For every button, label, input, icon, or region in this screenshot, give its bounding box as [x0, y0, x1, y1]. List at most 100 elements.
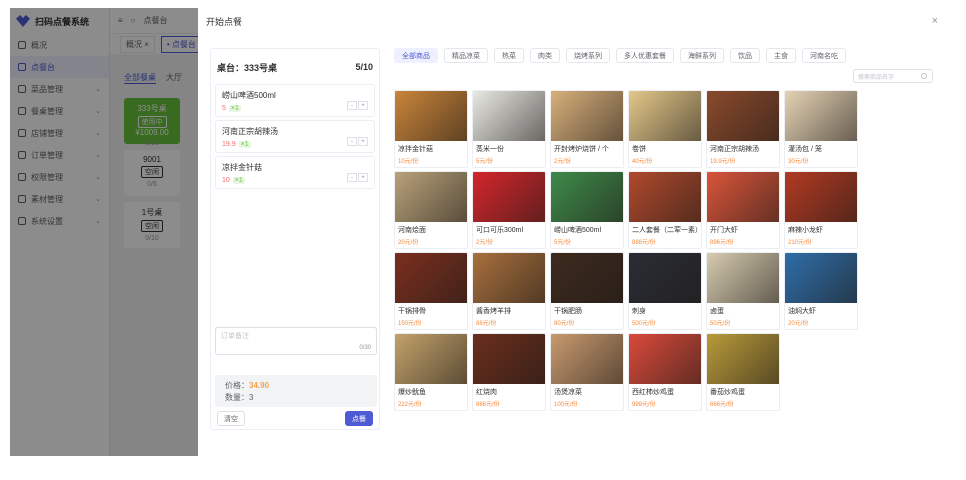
dish-card[interactable]: 开门大虾 896元/份 [706, 171, 780, 249]
order-drawer: 开始点餐 × 桌台：333号桌 5/10 崂山啤酒500ml 5 ×1- + 河南正宗胡… [198, 8, 946, 456]
dish-image[interactable] [707, 172, 779, 222]
order-item-name: 河南正宗胡辣汤 [222, 127, 278, 136]
dish-price: 999元/份 [632, 402, 656, 408]
app-frame: 扫码点餐系统 概况 点餐台 菜品管理 ⌄ 餐桌管理 ⌄ 店铺管理 ⌄ 订单管理 ⌄ 权限管理 ⌄ 素材管… [10, 8, 946, 456]
order-item-name: 崂山啤酒500ml [222, 91, 276, 100]
decrease-button[interactable]: - [347, 137, 357, 146]
dish-image[interactable] [629, 172, 701, 222]
dish-name: 干锅肥肠 [554, 308, 582, 315]
dish-image[interactable] [395, 334, 467, 384]
submit-order-button[interactable]: 点餐 [345, 411, 373, 426]
dish-image[interactable] [629, 91, 701, 141]
dish-card[interactable]: 酱香烤羊排 88元/份 [472, 252, 546, 330]
drawer-title: 开始点餐 [206, 16, 243, 27]
dish-card[interactable]: 麻辣小龙虾 210元/份 [784, 171, 858, 249]
dish-card[interactable]: 可口可乐300ml 2元/份 [472, 171, 546, 249]
dish-price: 10元/份 [398, 159, 419, 165]
remark-char-count: 0/30 [359, 345, 371, 351]
dish-card[interactable]: 灌汤包 / 笼 30元/份 [784, 90, 858, 168]
dish-card[interactable]: 河南正宗胡辣汤 19.9元/份 [706, 90, 780, 168]
dish-image[interactable] [707, 334, 779, 384]
dish-name: 河南正宗胡辣汤 [710, 146, 759, 153]
category-tab[interactable]: 全部商品 [394, 48, 438, 63]
close-icon[interactable]: × [932, 15, 938, 27]
dish-name: 可口可乐300ml [476, 227, 524, 234]
search-icon[interactable] [921, 73, 927, 79]
category-tab[interactable]: 热菜 [494, 48, 524, 63]
increase-button[interactable]: + [358, 173, 368, 182]
dish-card[interactable]: 开封烤炉烧饼 / 个 2元/份 [550, 90, 624, 168]
dish-image[interactable] [473, 253, 545, 303]
remark-field[interactable]: 订单备注 0/30 [215, 327, 377, 355]
category-tab[interactable]: 多人优惠套餐 [616, 48, 674, 63]
dish-name: 开门大虾 [710, 227, 738, 234]
category-tab[interactable]: 精品凉菜 [444, 48, 488, 63]
dish-image[interactable] [551, 334, 623, 384]
dish-image[interactable] [395, 253, 467, 303]
dish-image[interactable] [785, 91, 857, 141]
dish-card[interactable]: 番茄炒鸡蛋 666元/份 [706, 333, 780, 411]
dish-image[interactable] [629, 334, 701, 384]
dish-card[interactable]: 红烧肉 888元/份 [472, 333, 546, 411]
dish-image[interactable] [395, 172, 467, 222]
quantity-label: 数量： [225, 393, 249, 402]
increase-button[interactable]: + [358, 101, 368, 110]
dish-name: 刺身 [632, 308, 646, 315]
decrease-button[interactable]: - [347, 173, 357, 182]
category-tab[interactable]: 烧烤系列 [566, 48, 610, 63]
dish-image[interactable] [551, 253, 623, 303]
dish-card[interactable]: 汤煲凉菜 100元/份 [550, 333, 624, 411]
dish-name: 河南烩面 [398, 227, 426, 234]
dish-card[interactable]: 油焖大虾 20元/份 [784, 252, 858, 330]
quantity-stepper[interactable]: - + [347, 137, 368, 146]
dish-image[interactable] [551, 172, 623, 222]
drawer-header: 开始点餐 × [198, 8, 946, 34]
dish-image[interactable] [473, 172, 545, 222]
clear-button[interactable]: 清空 [217, 411, 245, 426]
order-item: 崂山啤酒500ml 5 ×1 - + [215, 84, 375, 117]
dish-name: 酱香烤羊排 [476, 308, 511, 315]
dish-image[interactable] [473, 91, 545, 141]
dish-card[interactable]: 卤蛋 50元/份 [706, 252, 780, 330]
dish-card[interactable]: 二人套餐（二荤一素） 888元/份 [628, 171, 702, 249]
category-tab[interactable]: 河南名吃 [802, 48, 846, 63]
dish-image[interactable] [551, 91, 623, 141]
category-tab[interactable]: 饮品 [730, 48, 760, 63]
dish-name: 汤煲凉菜 [554, 389, 582, 396]
dish-image[interactable] [395, 91, 467, 141]
order-item-price: 10 [222, 177, 230, 184]
dish-card[interactable]: 刺身 500元/份 [628, 252, 702, 330]
dish-card[interactable]: 干锅肥肠 80元/份 [550, 252, 624, 330]
category-tab[interactable]: 肉类 [530, 48, 560, 63]
dish-name: 崂山啤酒500ml [554, 227, 602, 234]
dish-card[interactable]: 卷饼 40元/份 [628, 90, 702, 168]
category-tab[interactable]: 主食 [766, 48, 796, 63]
dish-card[interactable]: 蒸米一份 5元/份 [472, 90, 546, 168]
dish-image[interactable] [629, 253, 701, 303]
category-tab[interactable]: 海鲜系列 [680, 48, 724, 63]
dish-price: 30元/份 [788, 159, 809, 165]
decrease-button[interactable]: - [347, 101, 357, 110]
dish-image[interactable] [785, 253, 857, 303]
dish-price: 2元/份 [476, 240, 494, 246]
dish-name: 灌汤包 / 笼 [788, 146, 822, 153]
dish-image[interactable] [785, 172, 857, 222]
order-item-qty: ×1 [238, 141, 251, 148]
dish-card[interactable]: 崂山啤酒500ml 5元/份 [550, 171, 624, 249]
dish-search-input[interactable]: 搜索商品名字 [853, 69, 933, 83]
quantity-stepper[interactable]: - + [347, 101, 368, 110]
dish-card[interactable]: 爆炒鱿鱼 222元/份 [394, 333, 468, 411]
dish-name: 卤蛋 [710, 308, 724, 315]
dish-image[interactable] [707, 253, 779, 303]
dish-price: 500元/份 [632, 321, 656, 327]
dish-card[interactable]: 西红柿炒鸡蛋 999元/份 [628, 333, 702, 411]
dish-card[interactable]: 凉拌金针菇 10元/份 [394, 90, 468, 168]
dish-card[interactable]: 干锅排骨 150元/份 [394, 252, 468, 330]
dish-image[interactable] [473, 334, 545, 384]
dish-card[interactable]: 河南烩面 20元/份 [394, 171, 468, 249]
dish-price: 666元/份 [710, 402, 734, 408]
quantity-stepper[interactable]: - + [347, 173, 368, 182]
increase-button[interactable]: + [358, 137, 368, 146]
dish-price: 5元/份 [554, 240, 572, 246]
dish-image[interactable] [707, 91, 779, 141]
